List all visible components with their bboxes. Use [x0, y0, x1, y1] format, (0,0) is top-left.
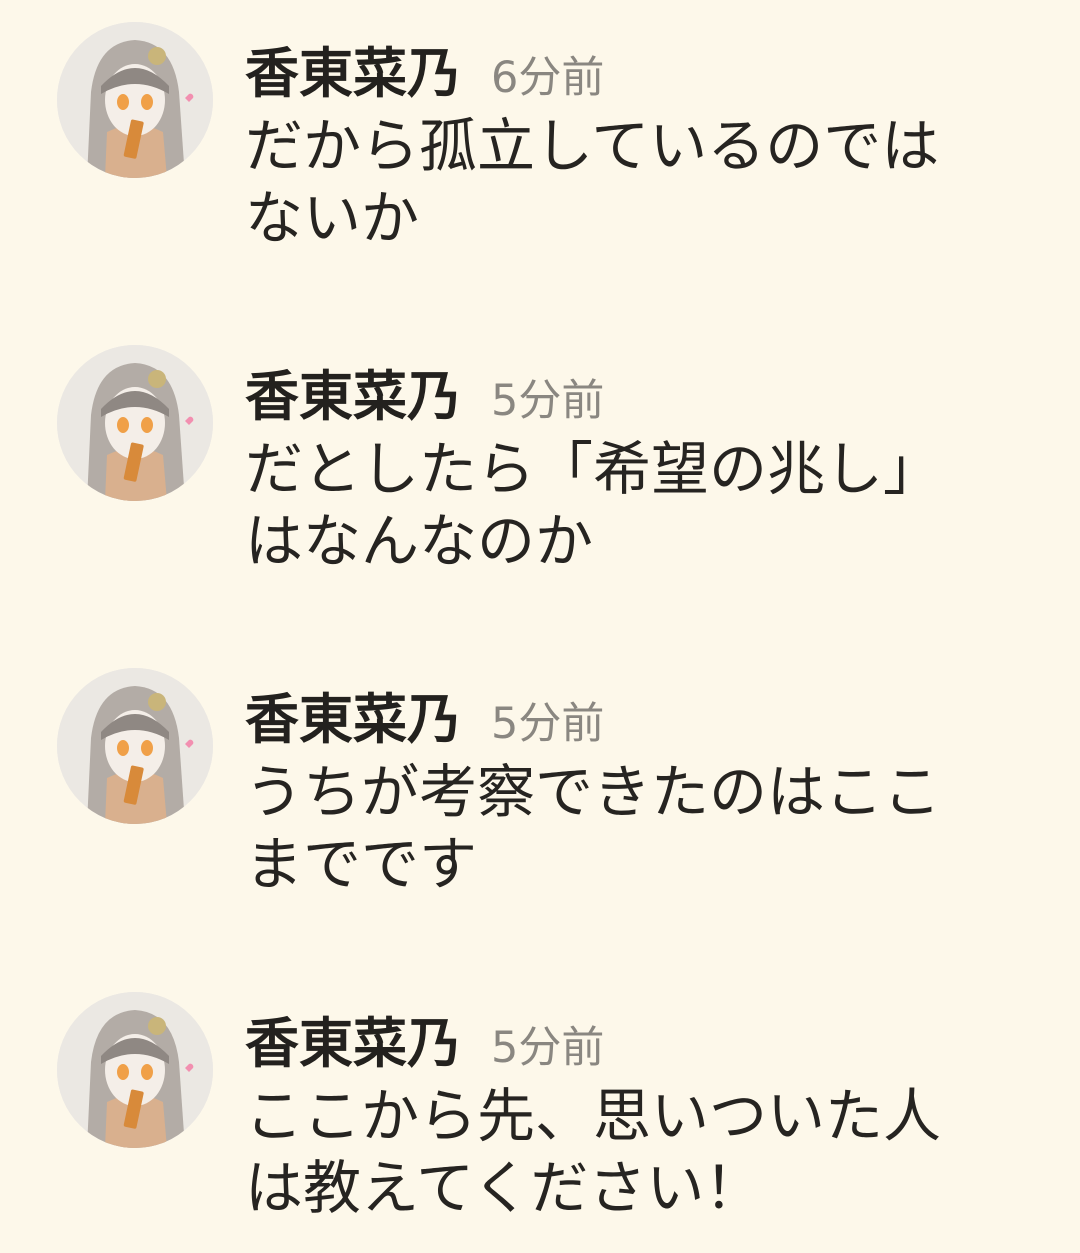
timestamp: 6分前	[491, 53, 605, 103]
message-header: 香東菜乃 5分前	[245, 361, 604, 433]
user-avatar[interactable]	[57, 345, 213, 501]
message-item: 香東菜乃 5分前 だとしたら「希望の兆し」 はなんなのか	[0, 323, 1080, 643]
message-item: 香東菜乃 6分前 だから孤立しているのでは ないか	[0, 0, 1080, 320]
author-name[interactable]: 香東菜乃	[245, 684, 461, 756]
message-header: 香東菜乃 5分前	[245, 684, 604, 756]
user-avatar-icon	[57, 22, 213, 178]
message-text: ここから先、思いついた人 は教えてください！	[245, 1080, 1045, 1224]
author-name[interactable]: 香東菜乃	[245, 1008, 461, 1080]
message-line: は教えてください！	[245, 1154, 763, 1222]
message-line: はなんなのか	[245, 507, 594, 575]
message-line: ここから先、思いついた人	[245, 1082, 942, 1150]
timestamp: 5分前	[491, 376, 605, 426]
message-line: までです	[245, 830, 478, 898]
user-avatar-icon	[57, 992, 213, 1148]
user-avatar[interactable]	[57, 992, 213, 1148]
message-text: だとしたら「希望の兆し」 はなんなのか	[245, 433, 1045, 577]
message-item: 香東菜乃 5分前 うちが考察できたのはここ までです	[0, 646, 1080, 966]
timestamp: 5分前	[491, 699, 605, 749]
message-line: ないか	[245, 184, 420, 252]
message-text: うちが考察できたのはここ までです	[245, 756, 1045, 900]
message-header: 香東菜乃 5分前	[245, 1008, 604, 1080]
user-avatar[interactable]	[57, 668, 213, 824]
message-line: うちが考察できたのはここ	[245, 758, 942, 826]
message-header: 香東菜乃 6分前	[245, 38, 604, 110]
message-line: だとしたら「希望の兆し」	[245, 435, 942, 503]
message-line: だから孤立しているのでは	[245, 112, 940, 180]
author-name[interactable]: 香東菜乃	[245, 361, 461, 433]
user-avatar[interactable]	[57, 22, 213, 178]
user-avatar-icon	[57, 345, 213, 501]
message-item: 香東菜乃 5分前 ここから先、思いついた人 は教えてください！	[0, 970, 1080, 1253]
author-name[interactable]: 香東菜乃	[245, 38, 461, 110]
user-avatar-icon	[57, 668, 213, 824]
message-text: だから孤立しているのでは ないか	[245, 110, 1045, 254]
timestamp: 5分前	[491, 1023, 605, 1073]
